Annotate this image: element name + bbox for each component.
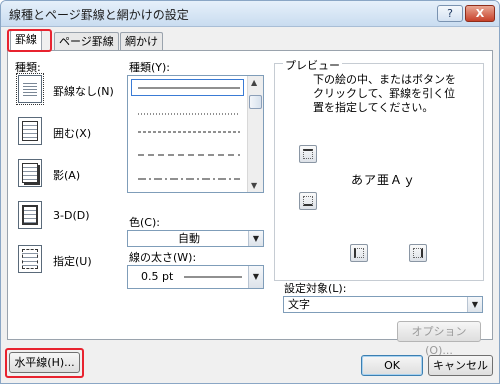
3d-border-label[interactable]: 3-D(D): [53, 209, 90, 222]
tab-page-border[interactable]: ページ罫線: [54, 32, 119, 50]
style-scrollbar[interactable]: ▲ ▼: [247, 76, 263, 192]
top-border-icon: [303, 149, 313, 159]
setting-heading: 種類:: [15, 61, 41, 74]
chevron-down-icon[interactable]: ▼: [467, 297, 482, 312]
instruction-line: 置を指定してください。: [313, 101, 434, 114]
bottom-border-icon: [303, 196, 313, 206]
color-value: 自動: [178, 232, 200, 245]
dialog-window: 線種とページ罫線と網かけの設定 ? X 罫線 ページ罫線 網かけ 種類: 罫線な…: [0, 0, 500, 384]
help-button[interactable]: ?: [437, 5, 463, 22]
shadow-border-icon[interactable]: [18, 159, 42, 187]
scroll-thumb[interactable]: [249, 95, 262, 109]
custom-border-label[interactable]: 指定(U): [53, 253, 92, 269]
tab-highlight: [7, 29, 52, 52]
right-border-button[interactable]: [409, 244, 427, 262]
title-bar: 線種とページ罫線と網かけの設定 ? X: [1, 1, 499, 27]
bottom-border-button[interactable]: [299, 192, 317, 210]
scroll-up-icon[interactable]: ▲: [251, 78, 257, 87]
no-border-label[interactable]: 罫線なし(N): [53, 83, 114, 99]
ok-button[interactable]: OK: [361, 355, 423, 376]
shadow-border-label[interactable]: 影(A): [53, 167, 80, 183]
box-border-icon[interactable]: [18, 117, 42, 145]
tab-shading[interactable]: 網かけ: [120, 32, 163, 50]
instruction-line: クリックして、罫線を引く位: [313, 87, 456, 100]
apply-to-value: 文字: [288, 298, 310, 311]
window-title: 線種とページ罫線と網かけの設定: [9, 8, 189, 22]
no-border-icon[interactable]: [16, 73, 44, 105]
apply-to-select[interactable]: 文字 ▼: [283, 296, 483, 313]
left-border-button[interactable]: [350, 244, 368, 262]
preview-sample-text: あア亜Ａｙ: [351, 173, 417, 187]
chevron-down-icon[interactable]: ▼: [248, 231, 263, 246]
width-select[interactable]: 0.5 pt ▼: [127, 265, 264, 289]
scroll-down-icon[interactable]: ▼: [251, 181, 257, 190]
width-sample-line: [184, 276, 242, 278]
close-button[interactable]: X: [465, 5, 495, 22]
width-value: 0.5 pt: [141, 270, 174, 283]
style-listbox[interactable]: ▲ ▼: [127, 75, 264, 193]
left-border-icon: [354, 248, 364, 258]
preview-instructions: 下の絵の中、またはボタンを クリックして、罫線を引く位 置を指定してください。: [313, 73, 456, 115]
instruction-line: 下の絵の中、またはボタンを: [313, 73, 456, 86]
horizontal-line-button[interactable]: 水平線(H)...: [9, 352, 80, 373]
cancel-button[interactable]: キャンセル: [428, 355, 493, 376]
apply-to-label: 設定対象(L):: [284, 282, 347, 295]
color-select[interactable]: 自動 ▼: [127, 230, 264, 247]
top-border-button[interactable]: [299, 145, 317, 163]
style-lines: [138, 87, 240, 180]
color-label: 色(C):: [129, 216, 160, 229]
options-button[interactable]: オプション(O)...: [397, 321, 481, 357]
box-border-label[interactable]: 囲む(X): [53, 125, 91, 141]
chevron-down-icon[interactable]: ▼: [248, 266, 263, 288]
right-border-icon: [413, 248, 423, 258]
custom-border-icon[interactable]: [18, 245, 42, 273]
3d-border-icon[interactable]: [18, 201, 42, 229]
style-heading: 種類(Y):: [129, 61, 171, 74]
preview-heading: プレビュー: [283, 57, 342, 73]
width-label: 線の太さ(W):: [129, 251, 197, 264]
